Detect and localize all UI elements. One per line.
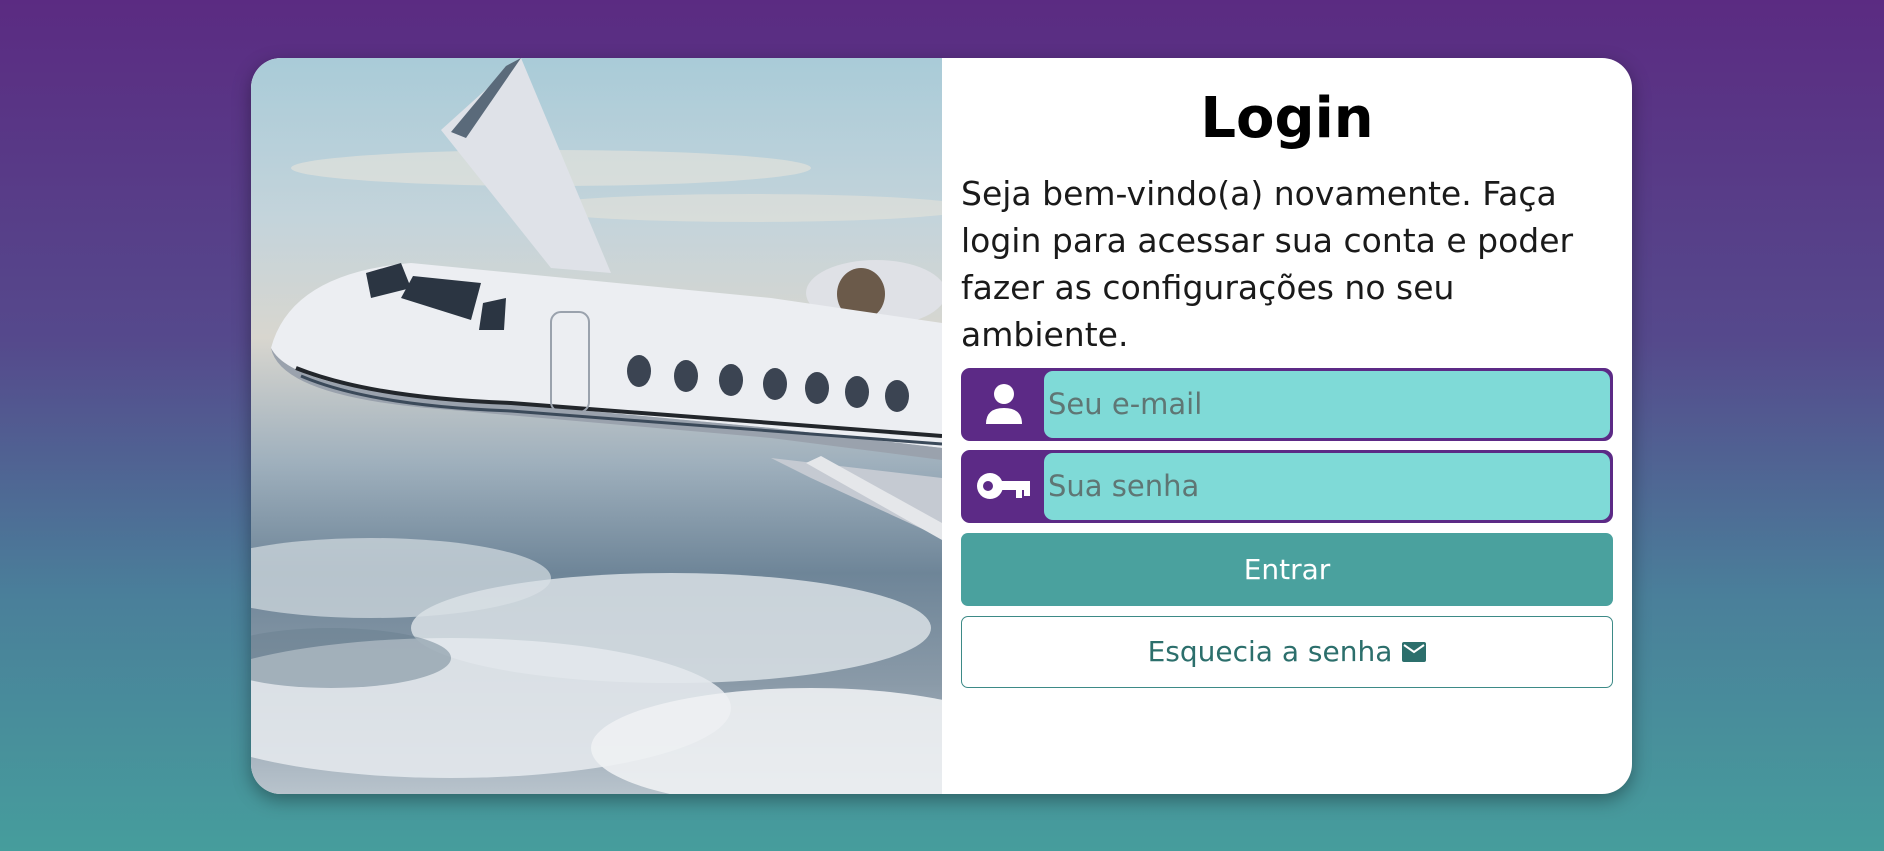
- email-field[interactable]: [1044, 370, 1610, 438]
- login-button[interactable]: Entrar: [961, 532, 1613, 606]
- login-button-label: Entrar: [1243, 552, 1331, 586]
- welcome-text: Seja bem-vindo(a) novamente. Faça login …: [961, 173, 1574, 354]
- login-form: Login Seja bem-vindo(a) novamente. Faça …: [942, 58, 1632, 794]
- mail-icon: [1402, 641, 1427, 662]
- key-icon: [964, 453, 1044, 520]
- forgot-password-label: Esquecia a senha: [1147, 635, 1393, 669]
- page-title: Login: [1200, 86, 1374, 151]
- forgot-password-button[interactable]: Esquecia a senha: [961, 615, 1613, 688]
- user-icon: [964, 371, 1044, 438]
- jet-photo: [251, 58, 942, 794]
- email-input-group: [961, 367, 1613, 441]
- password-input-group: [961, 449, 1613, 523]
- login-card: Login Seja bem-vindo(a) novamente. Faça …: [251, 58, 1632, 794]
- password-field[interactable]: [1044, 452, 1610, 520]
